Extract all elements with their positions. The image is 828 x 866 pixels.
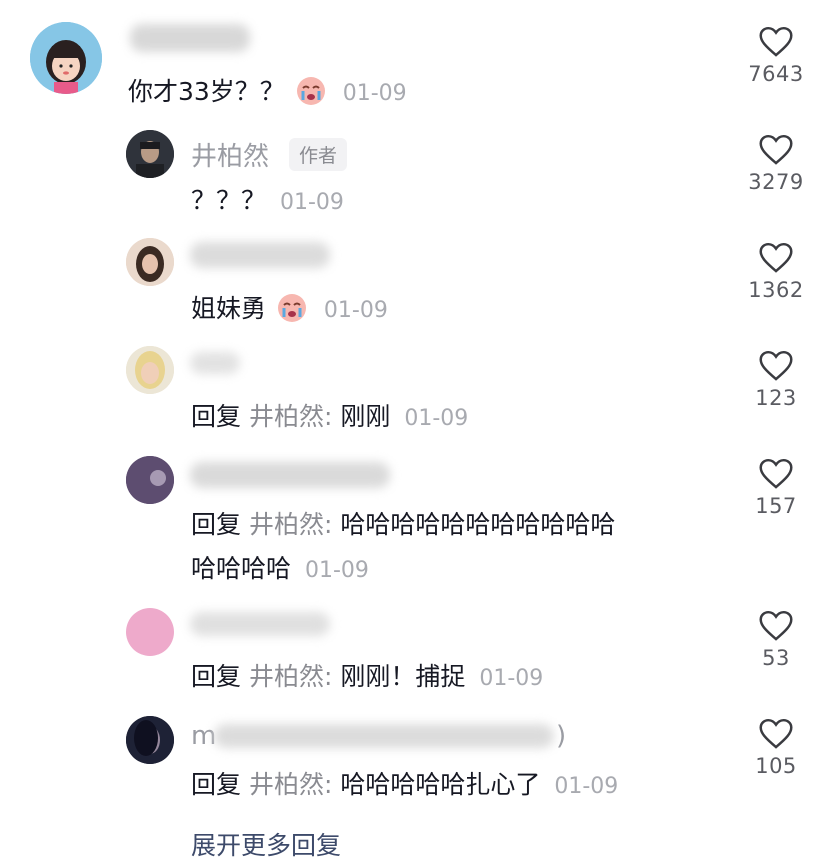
username-partial-suffix: )	[556, 721, 567, 751]
like-count: 7643	[748, 62, 804, 86]
like-count: 1362	[748, 278, 804, 302]
comment-text: 回复 井柏然: 刚刚！捕捉 01-09	[191, 662, 544, 691]
heart-outline-icon	[759, 718, 793, 749]
author-name[interactable]: 井柏然	[191, 136, 269, 173]
reply-to-name[interactable]: 井柏然:	[249, 402, 332, 431]
heart-outline-icon	[759, 26, 793, 57]
heart-outline-icon	[759, 134, 793, 165]
comment-date: 01-09	[279, 190, 344, 215]
avatar[interactable]	[30, 22, 102, 94]
like-button[interactable]: 7643	[736, 26, 816, 86]
crying-face-emoji-icon	[274, 291, 310, 329]
like-count: 123	[755, 386, 797, 410]
comment-text: 回复 井柏然: 哈哈哈哈哈扎心了 01-09	[191, 770, 619, 799]
comment-text: 哈哈哈哈 01-09	[191, 554, 369, 583]
comment-date: 01-09	[404, 406, 469, 431]
avatar[interactable]	[126, 456, 174, 504]
comment-text: 回复 井柏然: 哈哈哈哈哈哈哈哈哈哈哈	[191, 510, 616, 539]
like-button[interactable]: 1362	[736, 242, 816, 302]
username-blurred	[130, 24, 250, 52]
heart-outline-icon	[759, 610, 793, 641]
like-button[interactable]: 53	[736, 610, 816, 670]
like-button[interactable]: 123	[736, 350, 816, 410]
comment-text: 回复 井柏然: 刚刚 01-09	[191, 402, 469, 431]
reply-to-name[interactable]: 井柏然:	[249, 770, 332, 799]
avatar[interactable]	[126, 716, 174, 764]
username-blurred	[190, 352, 240, 374]
username-blurred	[214, 724, 554, 748]
like-button[interactable]: 3279	[736, 134, 816, 194]
heart-outline-icon	[759, 458, 793, 489]
like-button[interactable]: 157	[736, 458, 816, 518]
like-count: 53	[762, 646, 790, 670]
expand-more-replies-button[interactable]: 展开更多回复	[191, 826, 341, 862]
comment-date: 01-09	[323, 298, 388, 323]
comment-date: 01-09	[342, 81, 407, 106]
heart-outline-icon	[759, 242, 793, 273]
username-blurred	[190, 612, 330, 636]
reply-to-name[interactable]: 井柏然:	[249, 662, 332, 691]
heart-outline-icon	[759, 350, 793, 381]
reply-to-name[interactable]: 井柏然:	[249, 510, 332, 539]
comment-date: 01-09	[479, 666, 544, 691]
avatar[interactable]	[126, 346, 174, 394]
comment-date: 01-09	[554, 774, 619, 799]
username-partial[interactable]: m	[191, 721, 216, 751]
comment-date: 01-09	[304, 558, 369, 583]
comment-text: ？？？ 01-09	[191, 186, 344, 215]
avatar[interactable]	[126, 238, 174, 286]
like-count: 105	[755, 754, 797, 778]
avatar[interactable]	[126, 130, 174, 178]
username-blurred	[190, 462, 390, 488]
comment-text: 你才33岁？？ 01-09	[128, 72, 407, 112]
author-tag-badge: 作者	[289, 138, 348, 171]
like-button[interactable]: 105	[736, 718, 816, 778]
username-blurred	[190, 242, 330, 268]
avatar[interactable]	[126, 608, 174, 656]
like-count: 157	[755, 494, 797, 518]
comment-text: 姐妹勇 01-09	[191, 289, 388, 329]
like-count: 3279	[748, 170, 804, 194]
crying-face-emoji-icon	[293, 74, 329, 112]
